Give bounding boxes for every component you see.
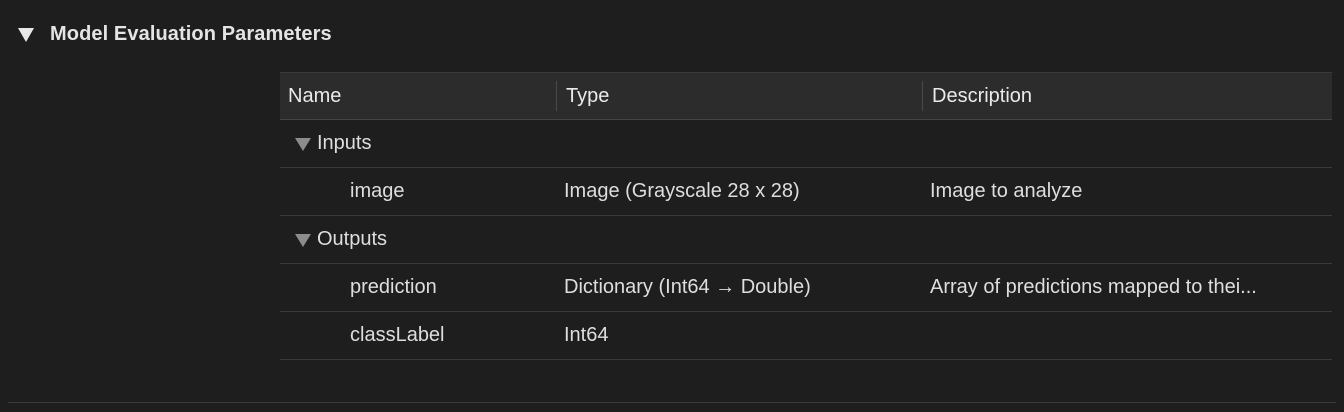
section-title: Model Evaluation Parameters: [50, 22, 332, 45]
disclosure-triangle-down-icon[interactable]: [295, 233, 311, 247]
group-row-inputs[interactable]: Inputs: [280, 120, 1332, 168]
group-cell: Outputs: [280, 228, 557, 251]
description-cell: Array of predictions mapped to thei...: [930, 276, 1257, 298]
name-cell: prediction: [350, 276, 437, 298]
column-header-description-label: Description: [932, 84, 1033, 107]
description-cell: Image to analyze: [930, 180, 1083, 202]
parameters-table: Name Type Description Inputs image Image…: [280, 72, 1332, 360]
column-header-type-label: Type: [566, 84, 610, 107]
type-cell: Dictionary (Int64 → Double): [564, 276, 811, 298]
group-cell: Inputs: [280, 132, 557, 155]
disclosure-triangle-down-icon[interactable]: [295, 137, 311, 151]
table-header: Name Type Description: [280, 72, 1332, 120]
column-header-name-label: Name: [288, 84, 342, 107]
name-cell: classLabel: [350, 324, 445, 346]
section-divider: [8, 402, 1336, 403]
type-cell: Image (Grayscale 28 x 28): [564, 180, 800, 202]
table-row[interactable]: prediction Dictionary (Int64 → Double) A…: [280, 264, 1332, 312]
column-header-description[interactable]: Description: [923, 73, 1332, 119]
name-cell: image: [350, 180, 405, 202]
column-header-type[interactable]: Type: [557, 73, 923, 119]
column-header-name[interactable]: Name: [280, 73, 557, 119]
table-row[interactable]: classLabel Int64: [280, 312, 1332, 360]
model-evaluation-panel: Model Evaluation Parameters Name Type De…: [0, 0, 1344, 412]
table-row[interactable]: image Image (Grayscale 28 x 28) Image to…: [280, 168, 1332, 216]
group-label-inputs: Inputs: [317, 132, 372, 154]
section-header[interactable]: Model Evaluation Parameters: [18, 20, 332, 48]
group-row-outputs[interactable]: Outputs: [280, 216, 1332, 264]
group-label-outputs: Outputs: [317, 228, 388, 250]
type-cell: Int64: [564, 324, 609, 346]
disclosure-triangle-down-icon[interactable]: [18, 28, 34, 42]
